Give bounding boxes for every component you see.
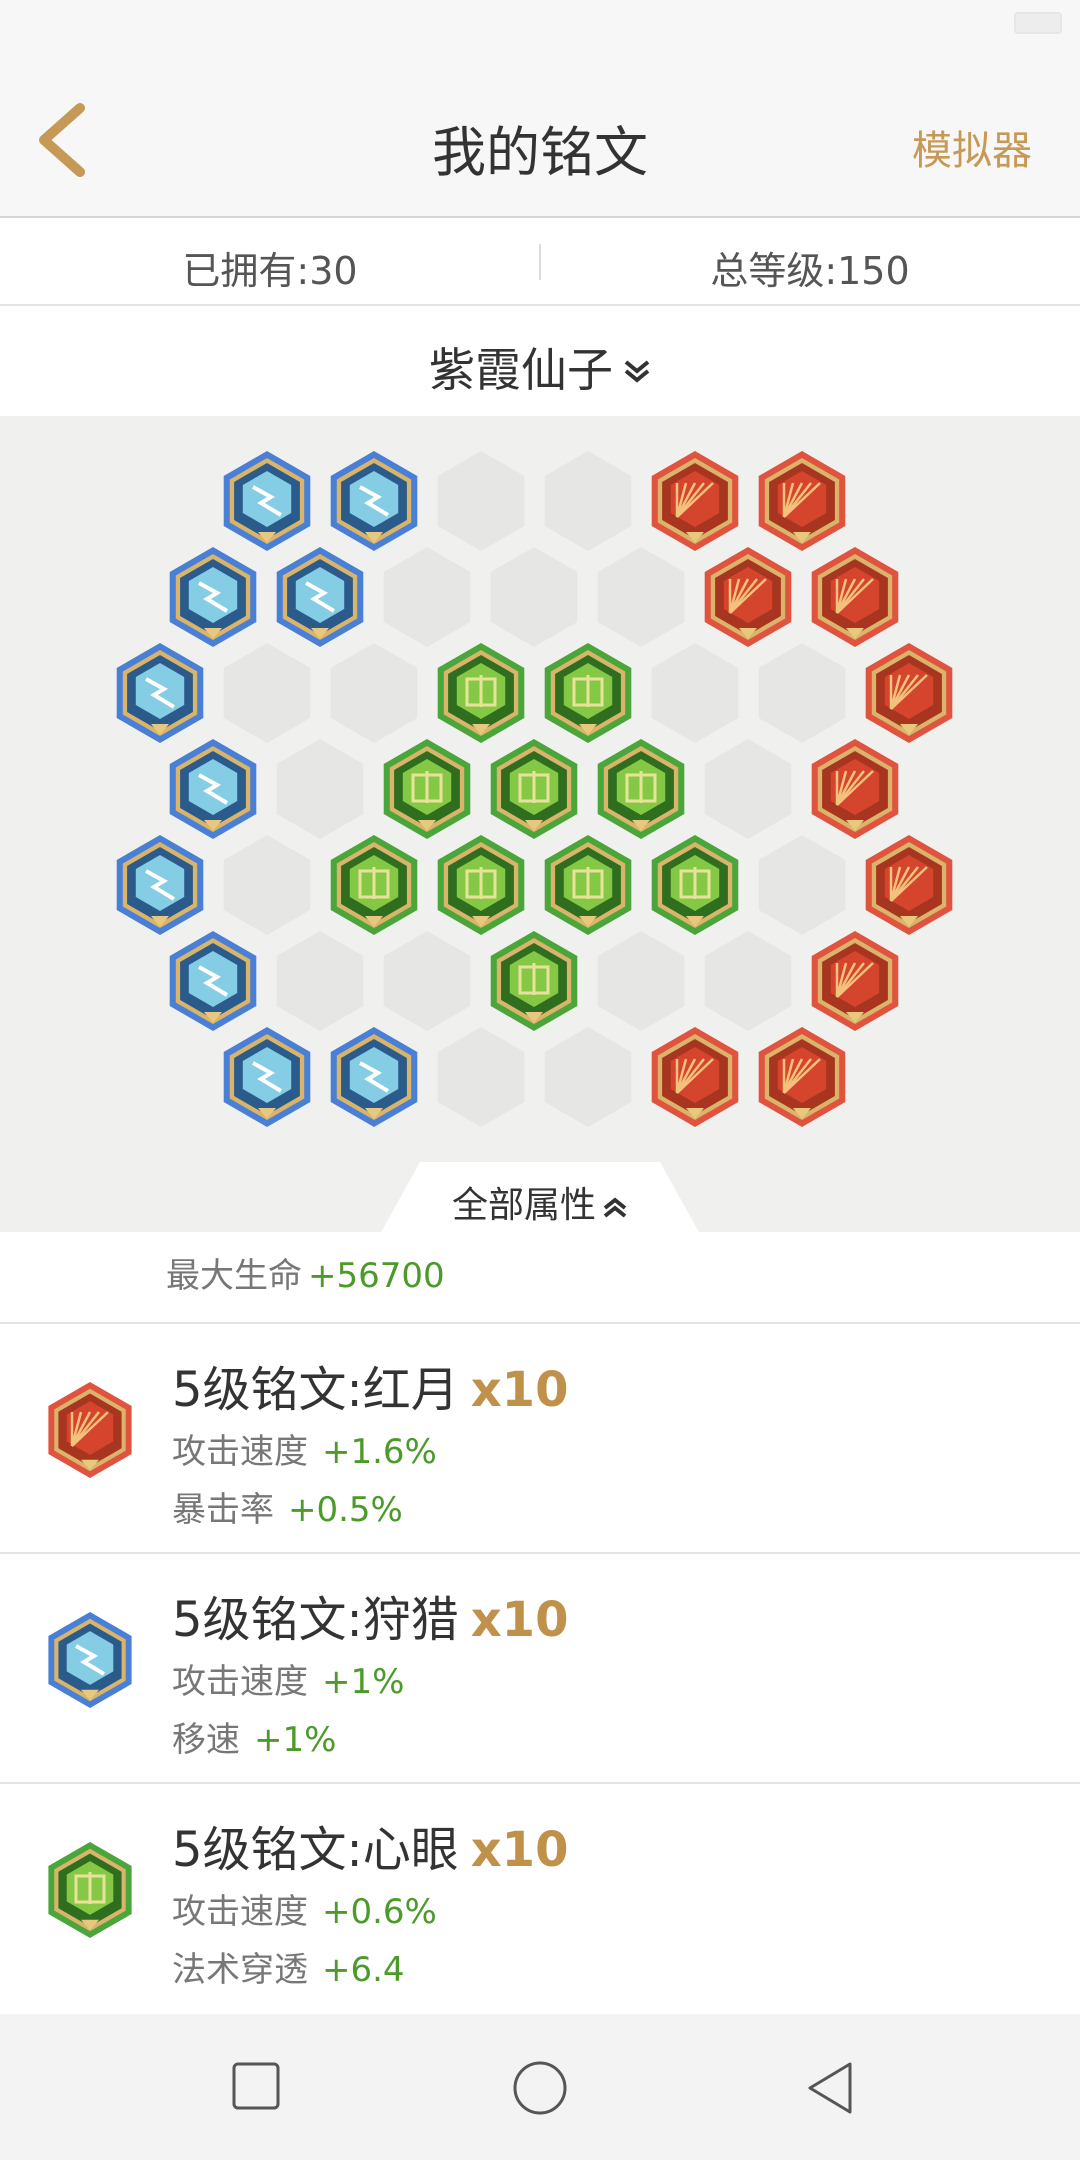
rune-attr-label: 暴击率 [172, 1490, 274, 1530]
rune-slot-red[interactable] [651, 1027, 739, 1127]
rune-slot-red[interactable] [704, 547, 792, 647]
rune-slot-green[interactable] [544, 835, 632, 935]
rune-item[interactable]: 5级铭文:红月 x10 攻击速度 +1.6% 暴击率 +0.5% [0, 1324, 1080, 1554]
rune-item[interactable]: 5级铭文:心眼 x10 攻击速度 +0.6% 法术穿透 +6.4 [0, 1784, 1080, 2014]
mind-eye-rune-icon [48, 1842, 132, 1938]
rune-slot-red[interactable] [758, 451, 846, 551]
empty-rune-slot[interactable] [704, 739, 792, 839]
all-attributes-label: 全部属性 [451, 1185, 596, 1226]
empty-rune-slot[interactable] [704, 931, 792, 1031]
rune-slot-blue[interactable] [169, 931, 257, 1031]
empty-rune-slot[interactable] [597, 547, 685, 647]
rune-slot-blue[interactable] [330, 1027, 418, 1127]
rune-slot-blue[interactable] [169, 739, 257, 839]
rune-attr-value: +1% [254, 1720, 337, 1760]
empty-rune-slot[interactable] [544, 451, 632, 551]
square-icon[interactable] [230, 2060, 282, 2112]
rune-slot-red[interactable] [811, 931, 899, 1031]
rune-board [0, 416, 1080, 1232]
rune-slot-green[interactable] [437, 643, 525, 743]
empty-rune-slot[interactable] [544, 1027, 632, 1127]
status-bar [0, 0, 1080, 56]
all-attributes-toggle[interactable]: 全部属性 [380, 1162, 700, 1234]
rune-attr-label: 攻击速度 [172, 1662, 308, 1702]
rune-attr-label: 法术穿透 [172, 1950, 308, 1990]
rune-attr-label: 移速 [172, 1720, 240, 1760]
max-hp-label: 最大生命 [166, 1256, 302, 1296]
empty-rune-slot[interactable] [651, 643, 739, 743]
rune-slot-red[interactable] [865, 835, 953, 935]
empty-rune-slot[interactable] [490, 547, 578, 647]
rune-slot-blue[interactable] [223, 1027, 311, 1127]
rune-title: 5级铭文:狩猎 [172, 1592, 459, 1648]
stats-row: 已拥有:30 总等级:150 [0, 218, 1080, 306]
rune-title: 5级铭文:红月 [172, 1362, 459, 1418]
empty-rune-slot[interactable] [437, 1027, 525, 1127]
rune-attr-value: +1% [322, 1662, 405, 1702]
rune-slot-red[interactable] [811, 739, 899, 839]
rune-slot-red[interactable] [758, 1027, 846, 1127]
triangle-back-icon[interactable] [804, 2060, 856, 2116]
rune-slot-red[interactable] [865, 643, 953, 743]
max-hp-value: +56700 [308, 1256, 445, 1296]
empty-rune-slot[interactable] [276, 931, 364, 1031]
empty-rune-slot[interactable] [758, 835, 846, 935]
rune-title: 5级铭文:心眼 [172, 1822, 459, 1878]
empty-rune-slot[interactable] [597, 931, 685, 1031]
rune-slot-blue[interactable] [169, 547, 257, 647]
empty-rune-slot[interactable] [276, 739, 364, 839]
rune-slot-green[interactable] [544, 643, 632, 743]
battery-icon [1014, 12, 1062, 34]
attribute-summary: 最大生命 +56700 [0, 1232, 1080, 1324]
rune-attr-label: 攻击速度 [172, 1432, 308, 1472]
owned-count: 已拥有:30 [182, 249, 358, 293]
rune-slot-green[interactable] [383, 739, 471, 839]
rune-attr-label: 攻击速度 [172, 1892, 308, 1932]
hunting-rune-icon [48, 1612, 132, 1708]
rune-slot-green[interactable] [490, 931, 578, 1031]
rune-slot-red[interactable] [811, 547, 899, 647]
empty-rune-slot[interactable] [383, 931, 471, 1031]
rune-slot-green[interactable] [597, 739, 685, 839]
rune-attr-value: +0.6% [322, 1892, 437, 1932]
empty-rune-slot[interactable] [758, 643, 846, 743]
total-level: 总等级:150 [710, 249, 910, 293]
rune-attr-value: +1.6% [322, 1432, 437, 1472]
rune-slot-green[interactable] [330, 835, 418, 935]
rune-item[interactable]: 5级铭文:狩猎 x10 攻击速度 +1% 移速 +1% [0, 1554, 1080, 1784]
empty-rune-slot[interactable] [437, 451, 525, 551]
hero-name: 紫霞仙子 [429, 343, 613, 397]
double-chevron-down-icon [623, 357, 651, 390]
rune-slot-blue[interactable] [116, 643, 204, 743]
simulator-button[interactable]: 模拟器 [912, 118, 1032, 176]
rune-slot-blue[interactable] [116, 835, 204, 935]
rune-count: x10 [470, 1822, 569, 1878]
rune-slot-green[interactable] [490, 739, 578, 839]
rune-slot-blue[interactable] [330, 451, 418, 551]
top-nav: 我的铭文 模拟器 [0, 56, 1080, 218]
rune-attr-value: +6.4 [322, 1950, 405, 1990]
rune-slot-green[interactable] [651, 835, 739, 935]
rune-slot-green[interactable] [437, 835, 525, 935]
rune-slot-blue[interactable] [223, 451, 311, 551]
red-moon-rune-icon [48, 1382, 132, 1478]
empty-rune-slot[interactable] [383, 547, 471, 647]
empty-rune-slot[interactable] [223, 643, 311, 743]
hero-selector[interactable]: 紫霞仙子 [0, 306, 1080, 416]
rune-slot-red[interactable] [651, 451, 739, 551]
rune-count: x10 [470, 1592, 569, 1648]
system-nav-bar [0, 2014, 1080, 2160]
status-right [1006, 12, 1062, 34]
rune-attr-value: +0.5% [288, 1490, 403, 1530]
rune-board-canvas [116, 451, 953, 1127]
empty-rune-slot[interactable] [330, 643, 418, 743]
circle-icon[interactable] [512, 2060, 568, 2116]
rune-slot-blue[interactable] [276, 547, 364, 647]
empty-rune-slot[interactable] [223, 835, 311, 935]
double-chevron-up-icon [602, 1187, 628, 1228]
rune-count: x10 [470, 1362, 569, 1418]
